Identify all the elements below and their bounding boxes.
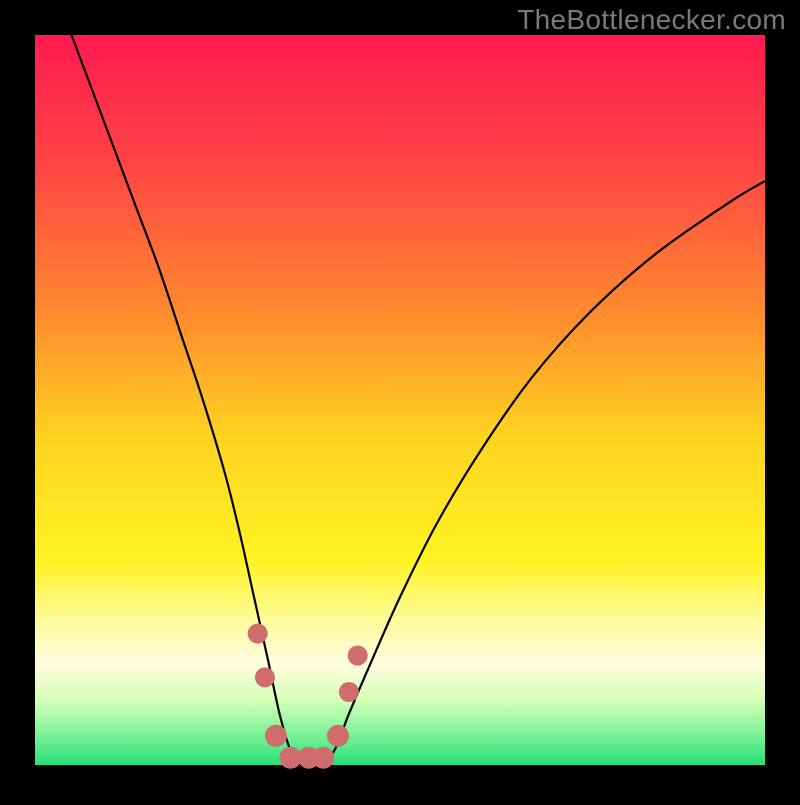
watermark-text: TheBottlenecker.com bbox=[517, 4, 786, 36]
data-marker bbox=[255, 667, 275, 687]
plot-background bbox=[35, 35, 765, 765]
data-marker bbox=[327, 725, 349, 747]
data-marker bbox=[312, 747, 334, 769]
chart-frame: TheBottlenecker.com bbox=[0, 0, 800, 800]
data-marker bbox=[339, 682, 359, 702]
bottleneck-chart bbox=[0, 0, 800, 800]
data-marker bbox=[348, 646, 368, 666]
data-marker bbox=[248, 624, 268, 644]
data-marker bbox=[265, 725, 287, 747]
